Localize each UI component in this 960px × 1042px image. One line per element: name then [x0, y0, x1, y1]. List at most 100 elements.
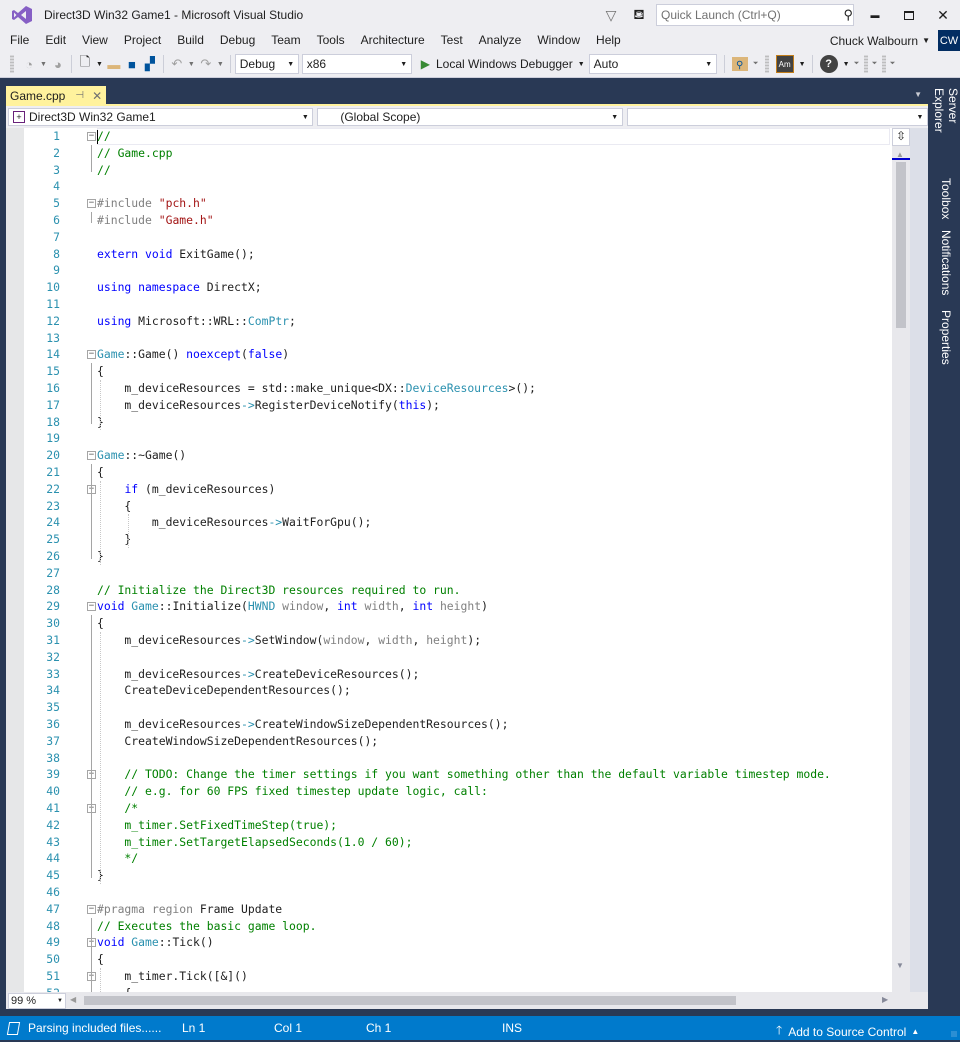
horizontal-scroll-thumb[interactable] [84, 996, 736, 1005]
menu-tools[interactable]: Tools [309, 30, 353, 51]
feedback-filter-icon[interactable]: ▽ [600, 4, 622, 26]
scroll-down-icon[interactable]: ▼ [896, 961, 904, 970]
platform-select[interactable]: x86 ▼ [301, 54, 412, 74]
code-line[interactable]: 2 // Game.cpp [24, 145, 892, 162]
toolbar-grip[interactable] [10, 55, 14, 73]
code-line[interactable]: 37 CreateWindowSizeDependentResources(); [24, 733, 892, 750]
minimize-button[interactable]: ▬ [858, 0, 892, 30]
code-line[interactable]: 17 m_deviceResources->RegisterDeviceNoti… [24, 397, 892, 414]
scroll-right-icon[interactable]: ▶ [882, 995, 888, 1004]
code-line[interactable]: 15 { [24, 363, 892, 380]
code-line[interactable]: 6 #include "Game.h" [24, 212, 892, 229]
menu-team[interactable]: Team [263, 30, 308, 51]
chevron-down-icon[interactable]: ▼ [841, 53, 852, 75]
menu-architecture[interactable]: Architecture [353, 30, 433, 51]
toolbar-grip[interactable] [881, 55, 886, 73]
menu-edit[interactable]: Edit [37, 30, 74, 51]
code-line[interactable]: 1 −// [24, 128, 892, 145]
properties-tab[interactable]: Properties [936, 306, 956, 366]
scroll-left-icon[interactable]: ◀ [70, 995, 76, 1004]
new-project-icon[interactable]: 🗋 [76, 53, 94, 75]
open-file-icon[interactable]: ▬ [105, 53, 123, 75]
code-line[interactable]: 50 { [24, 951, 892, 968]
solution-config-select[interactable]: Auto ▼ [588, 54, 717, 74]
code-line[interactable]: 46 [24, 884, 892, 901]
close-window-button[interactable]: ✕ [926, 0, 960, 30]
configuration-select[interactable]: Debug ▼ [234, 54, 299, 74]
code-line[interactable]: 22− if (m_deviceResources) [24, 481, 892, 498]
toolbar-overflow-icon[interactable]: ⏷ [870, 53, 880, 75]
avatar[interactable]: CW [938, 30, 960, 51]
save-all-icon[interactable]: ▞ [141, 53, 159, 75]
help-icon[interactable]: ? [819, 55, 838, 73]
collapse-region-icon[interactable]: − [87, 602, 96, 612]
menu-build[interactable]: Build [169, 30, 212, 51]
code-line[interactable]: 32 [24, 649, 892, 666]
collapse-region-icon[interactable]: − [87, 199, 96, 209]
split-window-icon[interactable]: ⇳ [892, 128, 910, 146]
code-line[interactable]: 27 [24, 565, 892, 582]
code-line[interactable]: 9 [24, 262, 892, 279]
code-line[interactable]: 44 */ [24, 850, 892, 867]
menu-debug[interactable]: Debug [212, 30, 263, 51]
code-line[interactable]: 28 // Initialize the Direct3D resources r… [24, 582, 892, 599]
code-line[interactable]: 35 [24, 699, 892, 716]
toolbar-grip[interactable] [863, 55, 868, 73]
start-debugging-button[interactable]: ▶ Local Windows Debugger ▼ [421, 57, 585, 71]
notifications-tab[interactable]: Notifications [936, 226, 956, 302]
code-line[interactable]: 12 using Microsoft::WRL::ComPtr; [24, 313, 892, 330]
code-line[interactable]: 24 m_deviceResources->WaitForGpu(); [24, 514, 892, 531]
menu-file[interactable]: File [0, 30, 37, 51]
chevron-down-icon[interactable]: ▼ [215, 53, 226, 75]
code-line[interactable]: 49−void Game::Tick() [24, 934, 892, 951]
tab-game-cpp[interactable]: Game.cpp ⊣ ✕ [6, 86, 107, 105]
find-in-files-icon[interactable]: ⚲ [731, 57, 748, 71]
project-dropdown[interactable]: + Direct3D Win32 Game1 ▼ [8, 108, 314, 126]
code-line[interactable]: 40 // e.g. for 60 FPS fixed timestep upd… [24, 783, 892, 800]
code-line[interactable]: 38 [24, 750, 892, 767]
menu-project[interactable]: Project [116, 30, 169, 51]
vertical-scrollbar[interactable]: ⇳ ▲ ▼ [892, 128, 910, 992]
resize-grip[interactable] [951, 1031, 957, 1037]
collapse-region-icon[interactable]: − [87, 350, 96, 360]
user-name[interactable]: Chuck Walbourn [830, 34, 918, 48]
menu-window[interactable]: Window [529, 30, 588, 51]
member-dropdown[interactable]: ▼ [626, 108, 928, 126]
toolbar-grip[interactable] [764, 55, 769, 73]
save-icon[interactable]: ■ [123, 53, 141, 75]
code-line[interactable]: 30 { [24, 615, 892, 632]
collapse-region-icon[interactable]: − [87, 904, 96, 914]
chevron-down-icon[interactable]: ▼ [797, 53, 808, 75]
quick-launch-input[interactable]: Quick Launch (Ctrl+Q) ⚲ [656, 4, 854, 26]
indicator-margin[interactable] [6, 128, 24, 992]
code-line[interactable]: 43 m_timer.SetTargetElapsedSeconds(1.0 /… [24, 834, 892, 851]
toolbar-overflow-icon[interactable]: ⏷ [852, 53, 862, 75]
menu-test[interactable]: Test [433, 30, 471, 51]
redo-icon[interactable]: ↷ [197, 53, 215, 75]
toolbar-overflow-icon[interactable]: ⏷ [888, 53, 898, 75]
code-line[interactable]: 39− // TODO: Change the timer settings i… [24, 766, 892, 783]
code-line[interactable]: 26} [24, 548, 892, 565]
chevron-down-icon[interactable]: ▼ [38, 53, 49, 75]
code-line[interactable]: 14 − Game::Game() noexcept(false) [24, 346, 892, 363]
code-area[interactable]: 1−//2// Game.cpp 3//4 5− #include "pch.h" 6 #… [24, 128, 892, 994]
code-line[interactable]: 8 extern void ExitGame(); [24, 246, 892, 263]
code-line[interactable]: 41− /* [24, 800, 892, 817]
code-line[interactable]: 13 [24, 330, 892, 347]
chevron-down-icon[interactable]: ▼ [578, 61, 585, 68]
code-line[interactable]: 29 − void Game::Initialize(HWND window, in… [24, 598, 892, 615]
code-line[interactable]: 11 [24, 296, 892, 313]
code-line[interactable]: 23 { [24, 498, 892, 515]
tab-overflow-dropdown-icon[interactable]: ▼ [914, 90, 922, 99]
menu-help[interactable]: Help [588, 30, 629, 51]
toolbox-tab[interactable]: Toolbox [936, 174, 956, 222]
code-line[interactable]: 47 − #pragma region Frame Update [24, 901, 892, 918]
code-line[interactable]: 10 using namespace DirectX; [24, 279, 892, 296]
server-explorer-tab[interactable]: Server Explorer [932, 84, 960, 170]
code-line[interactable]: 18} [24, 414, 892, 431]
chevron-down-icon[interactable]: ▼ [922, 36, 930, 45]
vertical-scroll-thumb[interactable] [896, 162, 906, 328]
code-line[interactable]: 5 − #include "pch.h" [24, 195, 892, 212]
account-area[interactable]: Chuck Walbourn ▼ CW [830, 30, 960, 51]
code-line[interactable]: 42 m_timer.SetFixedTimeStep(true); [24, 817, 892, 834]
